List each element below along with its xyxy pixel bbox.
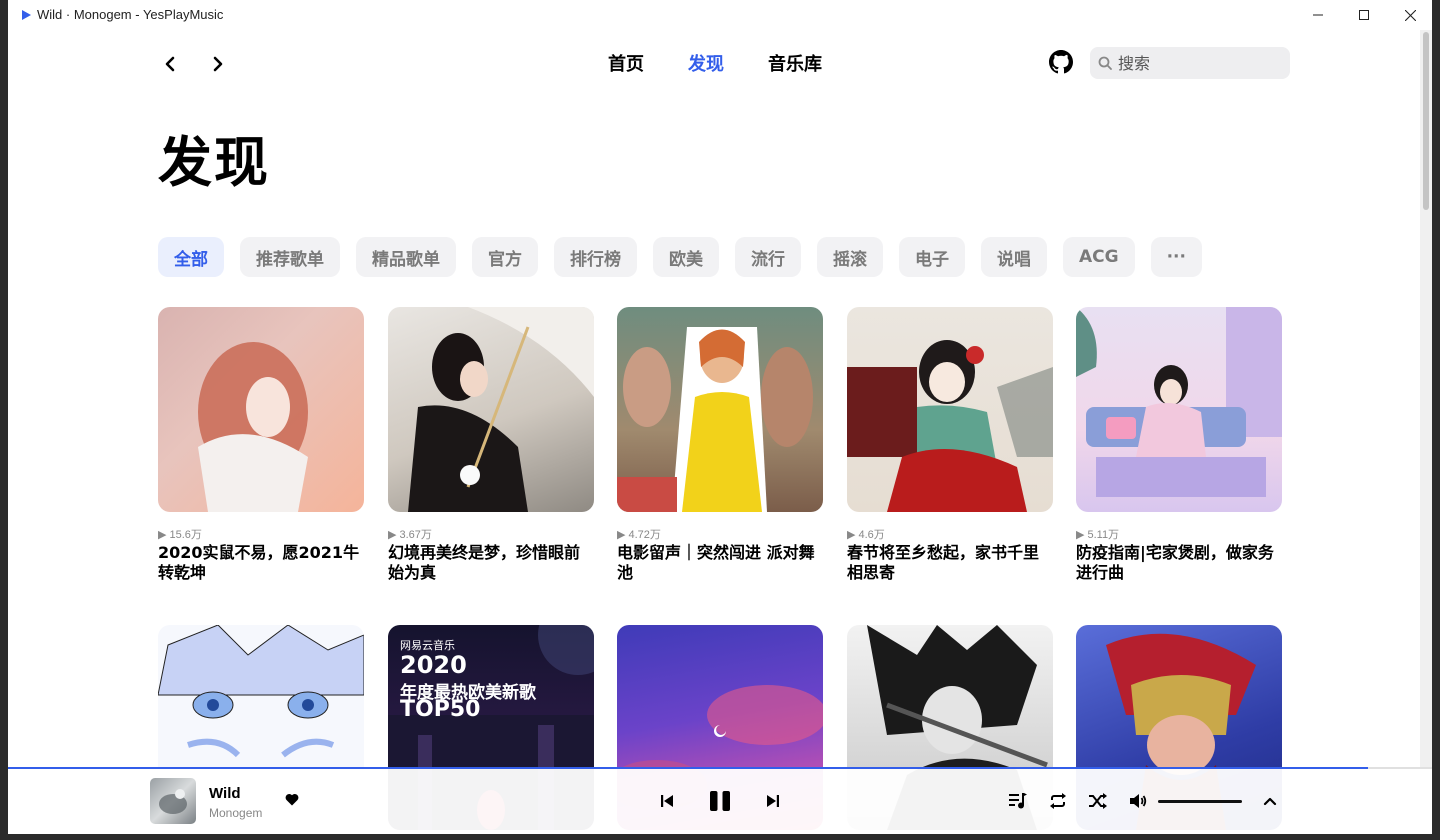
- play-count-icon: ▶: [617, 528, 626, 541]
- song-name[interactable]: Wild: [209, 785, 241, 802]
- scrollbar[interactable]: [1420, 30, 1432, 770]
- back-button[interactable]: [156, 50, 184, 78]
- heart-icon: [285, 793, 299, 805]
- shuffle-button[interactable]: [1088, 791, 1108, 811]
- artist-name[interactable]: Monogem: [209, 806, 262, 820]
- playlist-card[interactable]: ▶ 4.6万 春节将至乡愁起，家书千里相思寄: [847, 307, 1053, 583]
- nav-home[interactable]: 首页: [608, 50, 644, 76]
- chevron-right-icon: [213, 56, 223, 72]
- shuffle-icon: [1089, 793, 1107, 809]
- play-count-icon: ▶: [1076, 528, 1085, 541]
- playlist-cover[interactable]: [847, 307, 1053, 512]
- category-all[interactable]: 全部: [158, 237, 224, 277]
- search-box[interactable]: [1090, 47, 1290, 79]
- category-bar: 全部 推荐歌单 精品歌单 官方 排行榜 欧美 流行 摇滚 电子 说唱 ACG ·…: [158, 237, 1202, 277]
- play-count: ▶ 5.11万: [1076, 528, 1120, 542]
- category-electronic[interactable]: 电子: [899, 237, 965, 277]
- forward-button[interactable]: [204, 50, 232, 78]
- repeat-icon: [1050, 793, 1066, 809]
- volume-icon: [1129, 794, 1146, 808]
- pause-icon: [710, 791, 730, 811]
- pause-button[interactable]: [706, 787, 734, 815]
- minimize-button[interactable]: [1295, 0, 1341, 30]
- play-count-icon: ▶: [388, 528, 397, 541]
- nav-library[interactable]: 音乐库: [768, 50, 822, 76]
- playlist-title[interactable]: 2020实鼠不易，愿2021牛转乾坤: [158, 543, 364, 583]
- play-count-icon: ▶: [158, 528, 167, 541]
- search-icon: [1098, 56, 1112, 70]
- close-button[interactable]: [1387, 0, 1432, 30]
- maximize-button[interactable]: [1341, 0, 1387, 30]
- playlist-cover[interactable]: [1076, 307, 1282, 512]
- category-western[interactable]: 欧美: [653, 237, 719, 277]
- nav-links: 首页 发现 音乐库: [608, 50, 822, 76]
- category-rap[interactable]: 说唱: [981, 237, 1047, 277]
- window-title: Wild · Monogem - YesPlayMusic: [37, 7, 224, 22]
- category-rock[interactable]: 摇滚: [817, 237, 883, 277]
- category-pop[interactable]: 流行: [735, 237, 801, 277]
- github-icon[interactable]: [1049, 50, 1073, 74]
- playlist-title[interactable]: 防疫指南|宅家煲剧，做家务进行曲: [1076, 543, 1282, 583]
- volume-slider[interactable]: [1158, 800, 1242, 803]
- play-count: ▶ 4.72万: [617, 528, 661, 542]
- app-window: Wild · Monogem - YesPlayMusic 首页 发现 音乐库: [8, 0, 1432, 834]
- play-count: ▶ 3.67万: [388, 528, 432, 542]
- expand-lyrics-button[interactable]: [1260, 791, 1280, 811]
- skip-next-icon: [767, 795, 779, 807]
- playlist-card[interactable]: ▶ 4.72万 电影留声｜突然闯进 派对舞池: [617, 307, 823, 583]
- playlist-title[interactable]: 电影留声｜突然闯进 派对舞池: [617, 543, 823, 583]
- page-title: 发现: [158, 131, 270, 194]
- playlist-title[interactable]: 幻境再美终是梦，珍惜眼前始为真: [388, 543, 594, 583]
- skip-previous-icon: [661, 795, 673, 807]
- playlist-cover[interactable]: [617, 307, 823, 512]
- category-highquality[interactable]: 精品歌单: [356, 237, 456, 277]
- scrollbar-thumb[interactable]: [1423, 32, 1429, 210]
- search-input[interactable]: [1118, 53, 1278, 73]
- navbar: 首页 发现 音乐库: [8, 30, 1420, 94]
- cover-top-text: TOP50: [400, 697, 481, 722]
- playlist-card[interactable]: ▶ 3.67万 幻境再美终是梦，珍惜眼前始为真: [388, 307, 594, 583]
- player-bar: Wild Monogem: [8, 769, 1432, 834]
- category-official[interactable]: 官方: [472, 237, 538, 277]
- repeat-button[interactable]: [1048, 791, 1068, 811]
- playlist-card[interactable]: ▶ 15.6万 2020实鼠不易，愿2021牛转乾坤: [158, 307, 364, 583]
- cover-year-text: 2020: [400, 651, 467, 679]
- playlist-title[interactable]: 春节将至乡愁起，家书千里相思寄: [847, 543, 1053, 583]
- chevron-up-icon: [1263, 797, 1277, 806]
- category-charts[interactable]: 排行榜: [554, 237, 637, 277]
- category-more-button[interactable]: ···: [1150, 237, 1202, 277]
- playlist-queue-button[interactable]: [1008, 791, 1028, 811]
- play-count-icon: ▶: [847, 528, 856, 541]
- queue-icon: [1009, 793, 1027, 809]
- playlist-cover[interactable]: [158, 307, 364, 512]
- volume-button[interactable]: [1128, 791, 1148, 811]
- next-button[interactable]: [763, 791, 783, 811]
- chevron-left-icon: [165, 56, 175, 72]
- album-cover[interactable]: [150, 778, 196, 824]
- category-recommended[interactable]: 推荐歌单: [240, 237, 340, 277]
- playlist-card[interactable]: ▶ 5.11万 防疫指南|宅家煲剧，做家务进行曲: [1076, 307, 1282, 583]
- previous-button[interactable]: [657, 791, 677, 811]
- like-button[interactable]: [284, 791, 300, 807]
- category-acg[interactable]: ACG: [1063, 237, 1135, 277]
- playlist-cover[interactable]: [388, 307, 594, 512]
- play-count: ▶ 4.6万: [847, 528, 885, 542]
- play-count: ▶ 15.6万: [158, 528, 202, 542]
- nav-explore[interactable]: 发现: [688, 50, 724, 76]
- title-bar: Wild · Monogem - YesPlayMusic: [8, 0, 1432, 30]
- app-icon: [22, 10, 31, 20]
